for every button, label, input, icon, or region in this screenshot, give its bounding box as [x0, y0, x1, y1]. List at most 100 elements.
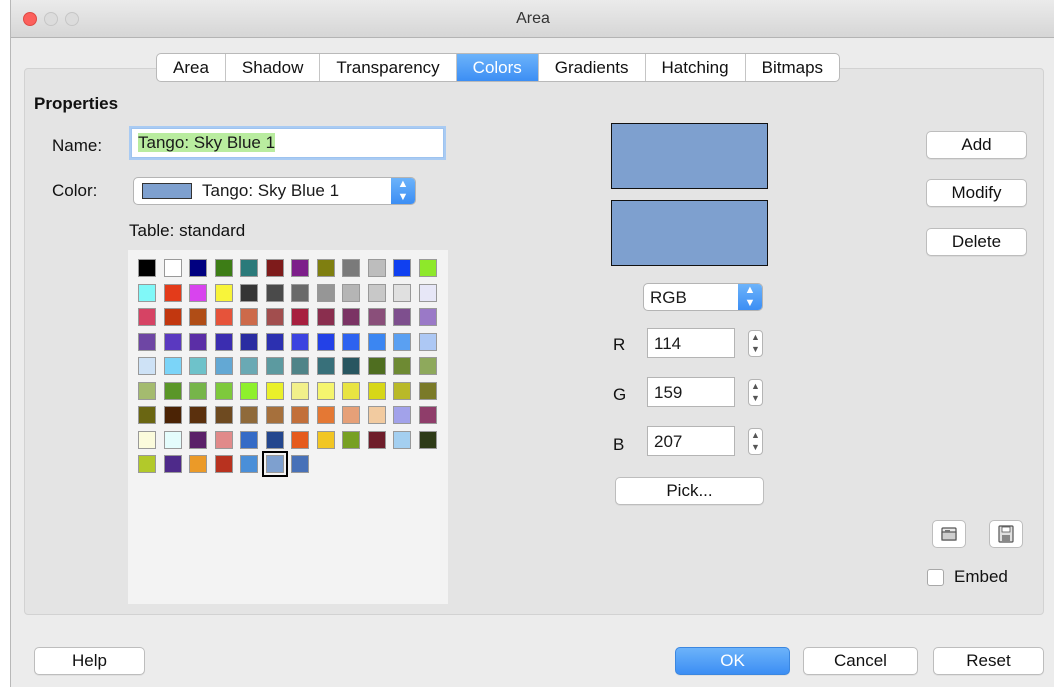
color-swatch[interactable]: [317, 284, 335, 302]
b-field[interactable]: 207: [647, 426, 735, 456]
color-swatch[interactable]: [266, 406, 284, 424]
color-swatch[interactable]: [393, 382, 411, 400]
color-swatch[interactable]: [342, 333, 360, 351]
color-swatch[interactable]: [164, 357, 182, 375]
color-swatch[interactable]: [393, 308, 411, 326]
color-swatch[interactable]: [138, 308, 156, 326]
color-swatch[interactable]: [266, 333, 284, 351]
color-swatch[interactable]: [189, 382, 207, 400]
color-swatch[interactable]: [291, 284, 309, 302]
color-model-dropdown[interactable]: RGB ▲ ▼: [643, 283, 763, 311]
load-color-list-button[interactable]: [932, 520, 966, 548]
tab-area[interactable]: Area: [157, 54, 226, 81]
color-swatch[interactable]: [189, 357, 207, 375]
help-button[interactable]: Help: [34, 647, 145, 675]
color-swatch[interactable]: [138, 455, 156, 473]
color-swatch[interactable]: [368, 284, 386, 302]
color-swatch[interactable]: [368, 431, 386, 449]
color-swatch[interactable]: [291, 308, 309, 326]
color-swatch[interactable]: [215, 431, 233, 449]
color-swatch[interactable]: [189, 431, 207, 449]
color-swatch[interactable]: [419, 431, 437, 449]
color-swatch[interactable]: [368, 333, 386, 351]
color-swatch[interactable]: [368, 357, 386, 375]
color-swatch[interactable]: [317, 382, 335, 400]
color-swatch[interactable]: [215, 308, 233, 326]
color-swatch[interactable]: [189, 284, 207, 302]
color-swatch[interactable]: [317, 333, 335, 351]
color-swatch[interactable]: [164, 308, 182, 326]
color-swatch[interactable]: [215, 406, 233, 424]
tab-transparency[interactable]: Transparency: [320, 54, 457, 81]
color-swatch[interactable]: [291, 382, 309, 400]
g-field[interactable]: 159: [647, 377, 735, 407]
color-swatch[interactable]: [189, 455, 207, 473]
color-swatch[interactable]: [164, 284, 182, 302]
color-swatch[interactable]: [342, 259, 360, 277]
color-swatch[interactable]: [215, 357, 233, 375]
color-swatch[interactable]: [138, 406, 156, 424]
color-swatch[interactable]: [189, 333, 207, 351]
b-stepper[interactable]: ▲ ▼: [748, 428, 763, 455]
color-swatch[interactable]: [342, 357, 360, 375]
color-swatch[interactable]: [266, 382, 284, 400]
color-swatch[interactable]: [266, 284, 284, 302]
save-color-list-button[interactable]: [989, 520, 1023, 548]
color-swatch[interactable]: [189, 406, 207, 424]
modify-button[interactable]: Modify: [926, 179, 1027, 207]
color-swatch[interactable]: [164, 382, 182, 400]
color-swatch[interactable]: [215, 333, 233, 351]
color-swatch[interactable]: [215, 382, 233, 400]
ok-button[interactable]: OK: [675, 647, 790, 675]
color-swatch[interactable]: [138, 333, 156, 351]
color-swatch[interactable]: [138, 284, 156, 302]
color-swatch[interactable]: [240, 455, 258, 473]
color-swatch[interactable]: [419, 259, 437, 277]
color-swatch[interactable]: [291, 431, 309, 449]
color-swatch[interactable]: [240, 431, 258, 449]
color-swatch[interactable]: [368, 382, 386, 400]
color-swatch[interactable]: [240, 333, 258, 351]
color-swatch[interactable]: [291, 455, 309, 473]
tab-hatching[interactable]: Hatching: [646, 54, 746, 81]
color-swatch[interactable]: [240, 357, 258, 375]
tab-colors[interactable]: Colors: [456, 54, 539, 81]
color-swatch[interactable]: [342, 382, 360, 400]
color-swatch[interactable]: [138, 357, 156, 375]
color-swatch[interactable]: [368, 308, 386, 326]
color-swatch[interactable]: [419, 308, 437, 326]
color-swatch[interactable]: [419, 382, 437, 400]
color-swatch[interactable]: [342, 308, 360, 326]
tab-shadow[interactable]: Shadow: [226, 54, 321, 81]
color-swatch[interactable]: [291, 259, 309, 277]
color-swatch[interactable]: [215, 259, 233, 277]
color-swatch[interactable]: [215, 455, 233, 473]
add-button[interactable]: Add: [926, 131, 1027, 159]
color-swatch[interactable]: [262, 451, 288, 477]
r-stepper[interactable]: ▲ ▼: [748, 330, 763, 357]
color-swatch[interactable]: [138, 259, 156, 277]
color-swatch[interactable]: [291, 406, 309, 424]
name-field[interactable]: Tango: Sky Blue 1: [131, 128, 444, 158]
r-field[interactable]: 114: [647, 328, 735, 358]
color-swatch[interactable]: [164, 431, 182, 449]
color-swatch[interactable]: [240, 406, 258, 424]
reset-button[interactable]: Reset: [933, 647, 1044, 675]
tab-gradients[interactable]: Gradients: [539, 54, 646, 81]
color-swatch[interactable]: [266, 431, 284, 449]
color-swatch[interactable]: [393, 431, 411, 449]
cancel-button[interactable]: Cancel: [803, 647, 918, 675]
color-swatch[interactable]: [393, 406, 411, 424]
color-swatch[interactable]: [393, 259, 411, 277]
color-swatch[interactable]: [419, 406, 437, 424]
color-swatch[interactable]: [240, 259, 258, 277]
color-swatch[interactable]: [393, 284, 411, 302]
color-swatch[interactable]: [368, 406, 386, 424]
color-swatch[interactable]: [317, 431, 335, 449]
color-swatch[interactable]: [317, 259, 335, 277]
color-swatch[interactable]: [138, 382, 156, 400]
pick-button[interactable]: Pick...: [615, 477, 764, 505]
embed-checkbox[interactable]: [927, 569, 944, 586]
color-swatch[interactable]: [164, 259, 182, 277]
color-swatch[interactable]: [317, 308, 335, 326]
